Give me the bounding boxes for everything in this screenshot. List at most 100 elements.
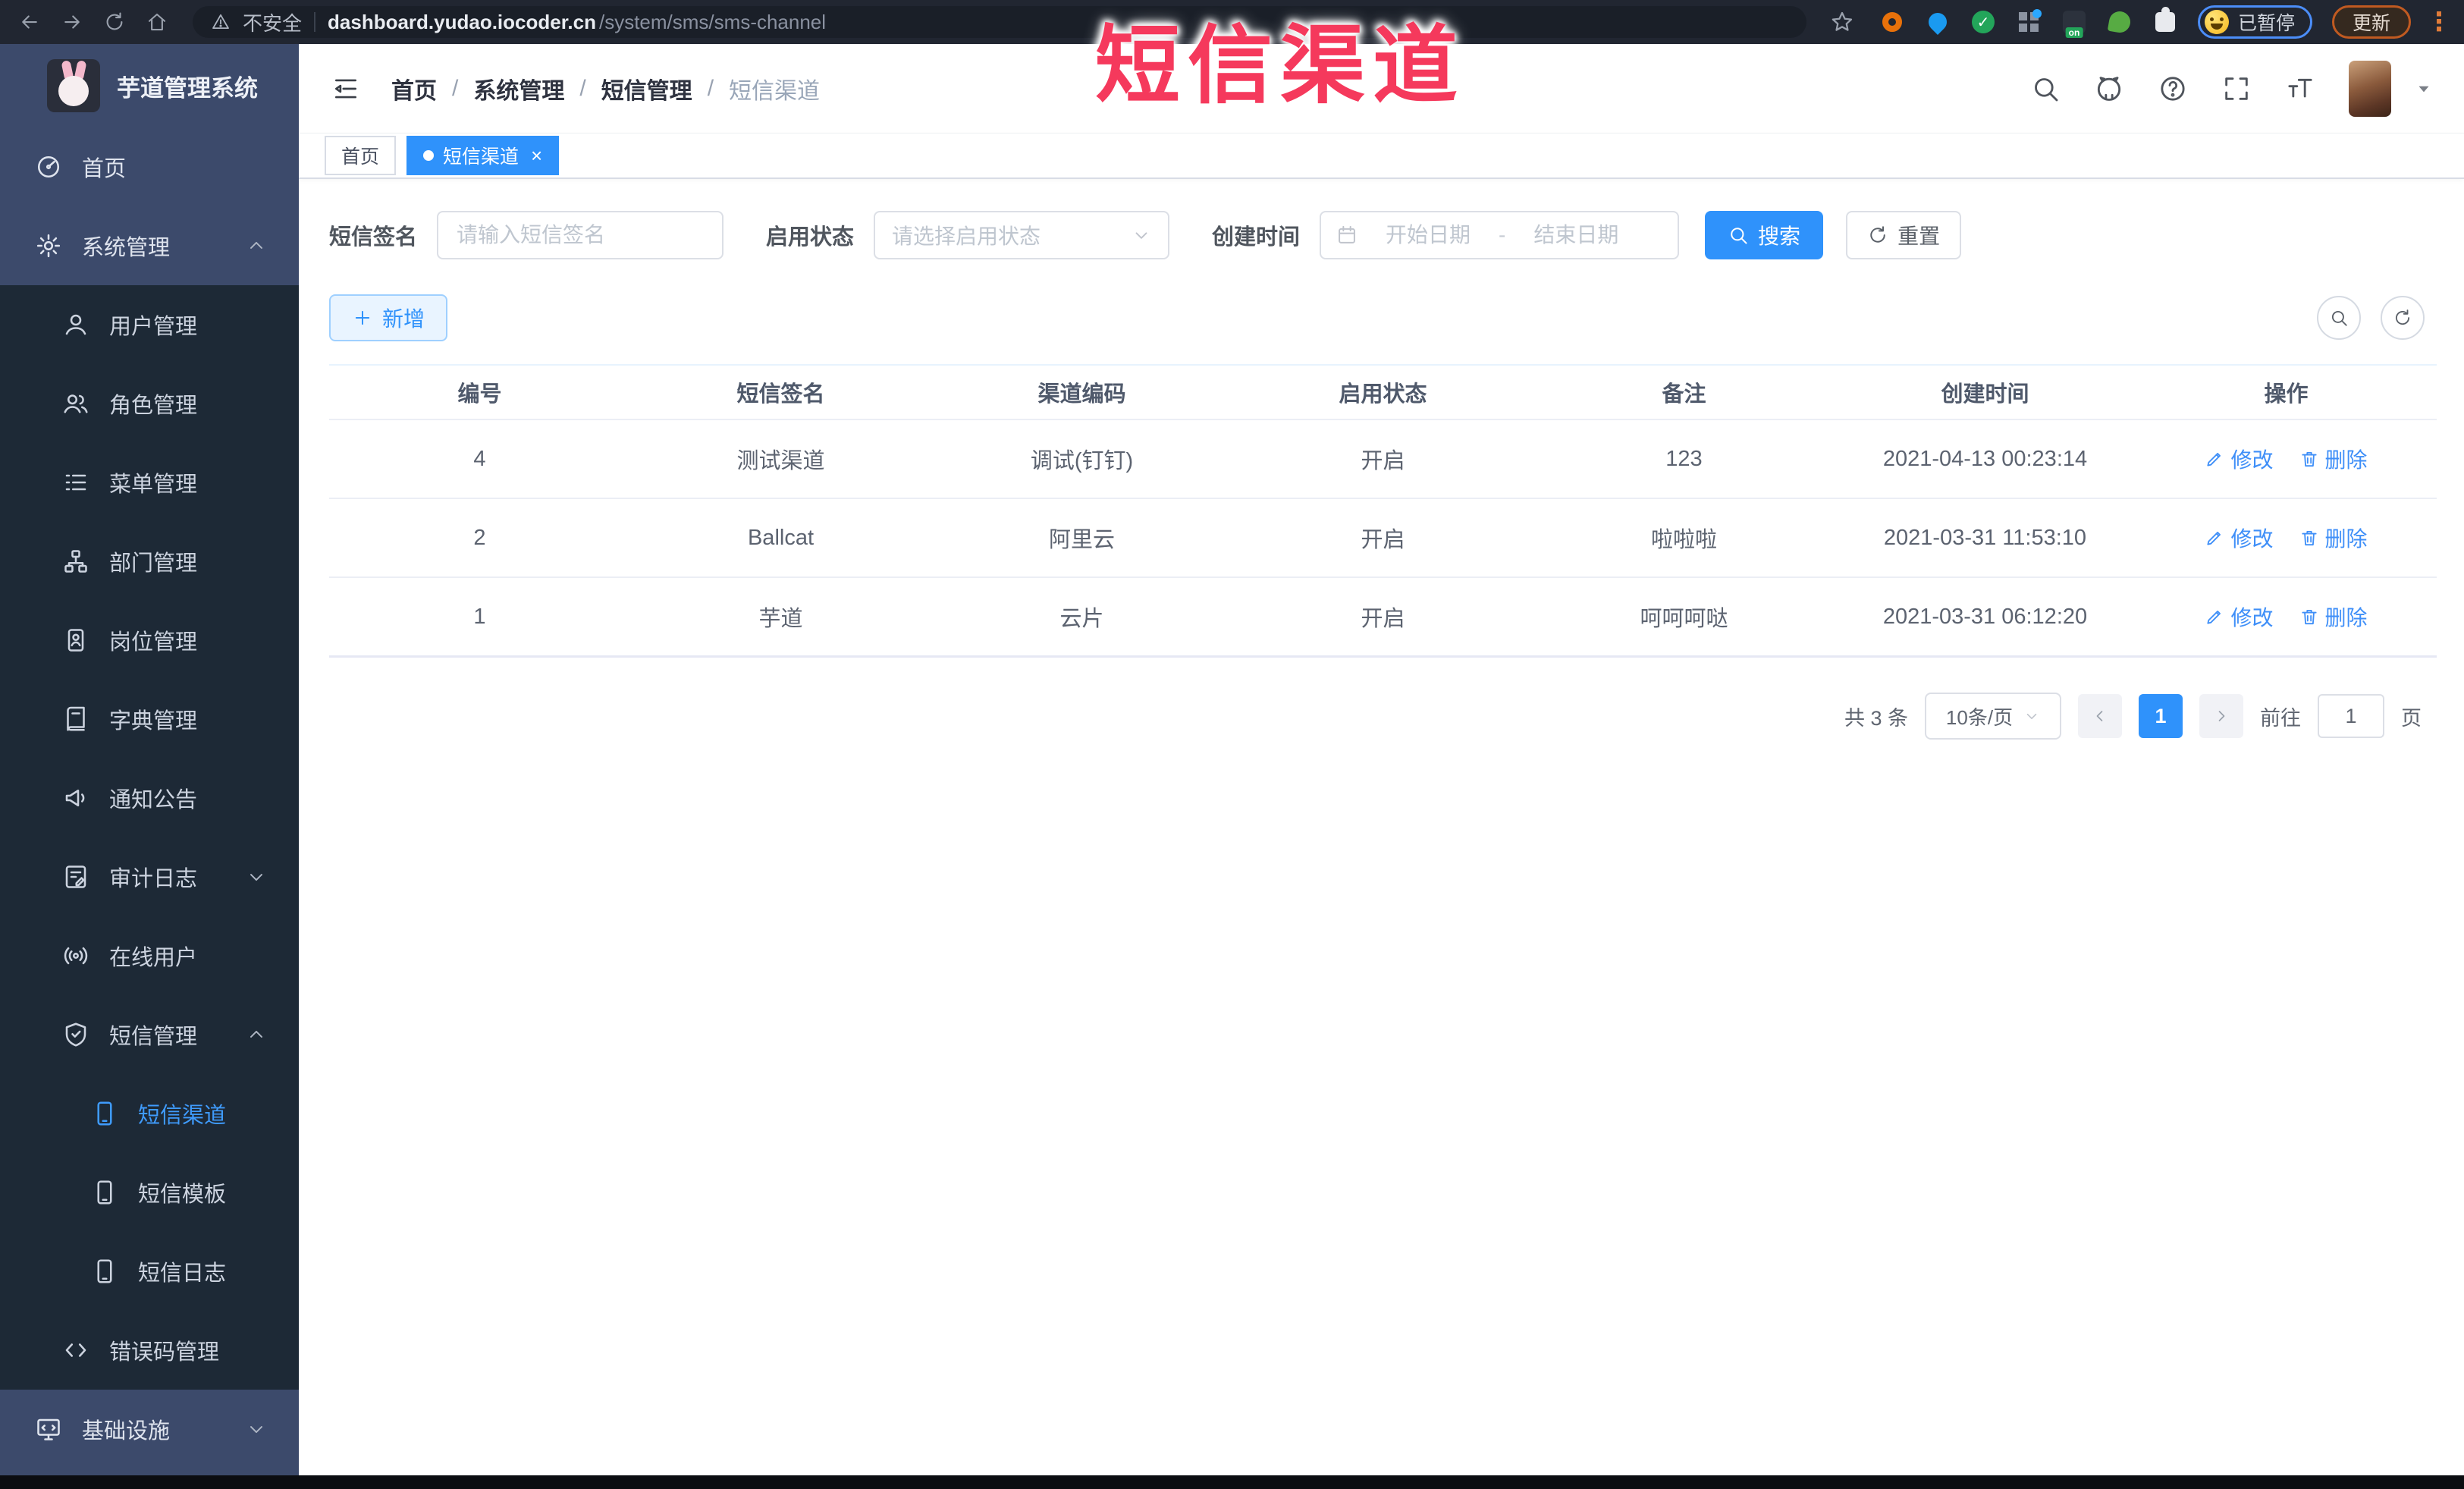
sidebar-item-sms-channel[interactable]: 短信渠道 xyxy=(0,1074,299,1153)
app-logo[interactable]: 芋道管理系统 xyxy=(0,44,299,127)
extension-check-icon[interactable]: ✓ xyxy=(1970,9,1996,35)
window-bottom-edge xyxy=(0,1475,2464,1489)
logo-image xyxy=(47,59,100,112)
refresh-table-button[interactable] xyxy=(2381,296,2425,340)
audit-log-icon xyxy=(62,863,89,891)
create-time-label: 创建时间 xyxy=(1212,225,1301,250)
sidebar-item-positions[interactable]: 岗位管理 xyxy=(0,601,299,680)
sidebar-item-notices[interactable]: 通知公告 xyxy=(0,759,299,837)
search-button[interactable]: 搜索 xyxy=(1705,211,1824,259)
phone-icon xyxy=(91,1100,118,1127)
sidebar-item-error-codes[interactable]: 错误码管理 xyxy=(0,1311,299,1390)
sidebar-item-online-users[interactable]: 在线用户 xyxy=(0,916,299,995)
pencil-icon xyxy=(2205,449,2224,469)
sidebar-item-audit-log[interactable]: 审计日志 xyxy=(0,837,299,916)
prev-page-button[interactable] xyxy=(2078,694,2122,738)
main-area: 首页 / 系统管理 / 短信管理 / 短信渠道 首页 短信渠道 × 短信签名 请… xyxy=(299,44,2464,1475)
reload-button[interactable] xyxy=(97,5,132,39)
chevron-down-icon xyxy=(2023,708,2040,724)
tab-sms-channel[interactable]: 短信渠道 × xyxy=(406,136,560,175)
delete-button[interactable]: 删除 xyxy=(2299,602,2368,632)
profile-emoji-icon xyxy=(2204,10,2229,34)
search-form: 短信签名 启用状态 请选择启用状态 创建时间 - xyxy=(329,211,2437,259)
help-icon[interactable] xyxy=(2158,74,2188,104)
trash-icon xyxy=(2299,528,2319,548)
sidebar-item-dictionary[interactable]: 字典管理 xyxy=(0,680,299,759)
breadcrumb-sms[interactable]: 短信管理 xyxy=(601,72,692,105)
gear-icon xyxy=(35,232,62,259)
breadcrumb-home[interactable]: 首页 xyxy=(391,72,437,105)
bookmark-star-icon[interactable] xyxy=(1825,5,1860,39)
extension-pin-icon[interactable] xyxy=(1924,9,1951,35)
edit-button[interactable]: 修改 xyxy=(2205,602,2274,632)
chevron-left-icon xyxy=(2091,707,2109,725)
insecure-warning-icon xyxy=(211,12,231,32)
date-range-picker[interactable]: - xyxy=(1320,211,1680,259)
browser-window: 不安全 dashboard.yudao.iocoder.cn /system/s… xyxy=(0,0,2464,1489)
user-avatar[interactable] xyxy=(2349,60,2391,117)
delete-button[interactable]: 删除 xyxy=(2299,523,2368,553)
fullscreen-icon[interactable] xyxy=(2221,74,2252,104)
breadcrumb-system[interactable]: 系统管理 xyxy=(473,72,564,105)
end-date-input[interactable] xyxy=(1518,222,1635,248)
toggle-search-button[interactable] xyxy=(2317,296,2361,340)
page-header: 首页 / 系统管理 / 短信管理 / 短信渠道 xyxy=(299,44,2464,134)
sign-input[interactable] xyxy=(455,222,706,248)
pencil-icon xyxy=(2205,607,2224,627)
extension-sprout-icon[interactable] xyxy=(2107,9,2133,35)
sidebar-item-roles[interactable]: 角色管理 xyxy=(0,364,299,443)
pencil-icon xyxy=(2205,528,2224,548)
active-tab-dot xyxy=(423,150,435,161)
goto-label: 前往 xyxy=(2260,706,2301,730)
sidebar-item-system[interactable]: 系统管理 xyxy=(0,206,299,285)
sidebar-item-users[interactable]: 用户管理 xyxy=(0,285,299,364)
table-row: 1 芋道 云片 开启 呵呵呵哒 2021-03-31 06:12:20 修改 删… xyxy=(329,578,2437,658)
tab-home[interactable]: 首页 xyxy=(325,136,397,175)
search-icon xyxy=(2329,308,2349,328)
browser-update-button[interactable]: 更新 xyxy=(2331,5,2411,39)
delete-button[interactable]: 删除 xyxy=(2299,444,2368,474)
goto-page-input[interactable] xyxy=(2318,694,2384,738)
chevron-right-icon xyxy=(2212,707,2230,725)
sidebar-item-sms-template[interactable]: 短信模板 xyxy=(0,1153,299,1232)
status-select[interactable]: 请选择启用状态 xyxy=(874,211,1170,259)
sidebar-item-sms[interactable]: 短信管理 xyxy=(0,995,299,1074)
address-bar[interactable]: 不安全 dashboard.yudao.iocoder.cn /system/s… xyxy=(193,6,1806,38)
extensions-puzzle-icon[interactable] xyxy=(2152,7,2178,35)
page-unit-label: 页 xyxy=(2401,706,2422,730)
sidebar-fold-icon[interactable] xyxy=(329,72,363,105)
page-number-button[interactable]: 1 xyxy=(2139,694,2183,738)
extension-grid-icon[interactable] xyxy=(2016,9,2042,35)
next-page-button[interactable] xyxy=(2199,694,2243,738)
edit-button[interactable]: 修改 xyxy=(2205,444,2274,474)
shield-icon xyxy=(62,1021,89,1048)
extension-dark-icon[interactable]: on xyxy=(2061,9,2087,38)
table-toolbar: 新增 xyxy=(329,294,2437,341)
extension-orange-icon[interactable] xyxy=(1879,9,1905,35)
start-date-input[interactable] xyxy=(1370,222,1487,248)
browser-menu-icon[interactable]: ⋮ xyxy=(2426,9,2452,35)
github-icon[interactable] xyxy=(2094,74,2124,104)
back-button[interactable] xyxy=(12,5,47,39)
sidebar-item-home[interactable]: 首页 xyxy=(0,127,299,206)
sidebar-item-departments[interactable]: 部门管理 xyxy=(0,522,299,601)
sidebar-item-menus[interactable]: 菜单管理 xyxy=(0,443,299,522)
font-size-icon[interactable] xyxy=(2285,74,2315,104)
chevron-down-icon xyxy=(246,866,267,887)
sidebar-item-sms-log[interactable]: 短信日志 xyxy=(0,1232,299,1311)
forward-button[interactable] xyxy=(55,5,89,39)
edit-button[interactable]: 修改 xyxy=(2205,523,2274,553)
close-icon[interactable]: × xyxy=(531,146,542,165)
status-label: 启用状态 xyxy=(766,225,855,250)
pagination: 共 3 条 10条/页 1 前往 页 xyxy=(329,693,2437,740)
home-button[interactable] xyxy=(140,5,174,39)
reset-button[interactable]: 重置 xyxy=(1846,211,1962,259)
add-button[interactable]: 新增 xyxy=(329,294,448,341)
sidebar-item-infrastructure[interactable]: 基础设施 xyxy=(0,1390,299,1469)
refresh-icon xyxy=(2393,308,2412,328)
profile-chip[interactable]: 已暂停 xyxy=(2197,5,2312,39)
page-content: 短信签名 启用状态 请选择启用状态 创建时间 - xyxy=(299,179,2464,740)
search-icon[interactable] xyxy=(2030,74,2061,104)
page-size-select[interactable]: 10条/页 xyxy=(1925,693,2061,740)
avatar-caret-down-icon[interactable] xyxy=(2414,79,2434,99)
